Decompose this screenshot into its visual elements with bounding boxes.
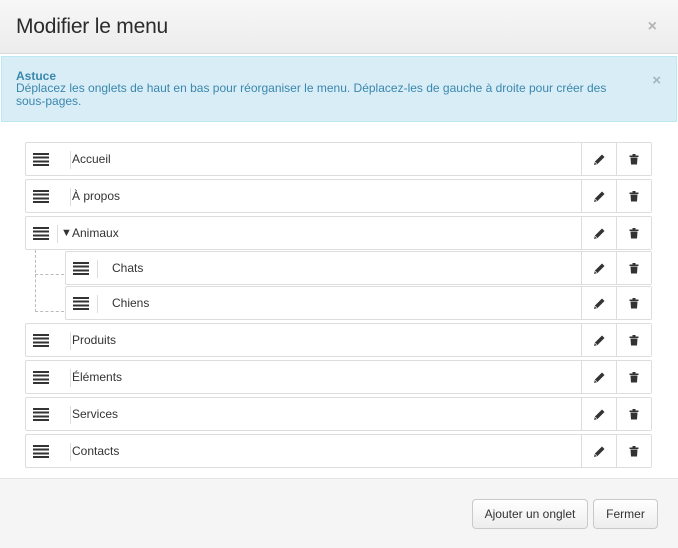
dialog-title: Modifier le menu (16, 15, 169, 38)
pencil-icon (593, 335, 604, 346)
pencil-icon (593, 191, 604, 202)
expand-toggle-icon[interactable]: ▼ (61, 227, 72, 239)
edit-button[interactable] (581, 398, 616, 430)
drag-handle-icon[interactable] (26, 180, 58, 212)
divider (70, 369, 71, 387)
menu-item-accueil[interactable]: Accueil (25, 142, 652, 176)
divider (97, 260, 98, 278)
pencil-icon (593, 409, 604, 420)
divider (70, 332, 71, 350)
delete-button[interactable] (616, 324, 651, 356)
trash-icon (629, 297, 639, 308)
drag-handle-icon[interactable] (26, 217, 58, 249)
delete-button[interactable] (616, 252, 651, 284)
menu-item-produits[interactable]: Produits (25, 323, 652, 357)
edit-button[interactable] (581, 143, 616, 175)
trash-icon (629, 227, 639, 238)
edit-menu-dialog: Modifier le menu × Astuce Déplacez les o… (0, 0, 678, 548)
divider (70, 188, 71, 206)
menu-item-chiens[interactable]: Chiens (65, 286, 652, 320)
menu-item-label: Éléments (72, 370, 123, 384)
dialog-header: Modifier le menu × (0, 0, 678, 54)
trash-icon (629, 190, 639, 201)
trash-icon (629, 371, 639, 382)
alert-close-icon[interactable]: × (652, 73, 661, 88)
pencil-icon (593, 154, 604, 165)
close-button[interactable]: Fermer (593, 499, 658, 529)
divider (70, 406, 71, 424)
divider (70, 151, 71, 169)
drag-handle-icon[interactable] (26, 435, 58, 467)
menu-item-a-propos[interactable]: À propos (25, 179, 652, 213)
menu-item-label: Chats (112, 261, 144, 275)
delete-button[interactable] (616, 398, 651, 430)
edit-button[interactable] (581, 324, 616, 356)
delete-button[interactable] (616, 217, 651, 249)
trash-icon (629, 334, 639, 345)
drag-handle-icon[interactable] (66, 252, 98, 284)
divider (97, 295, 98, 313)
drag-handle-icon[interactable] (26, 361, 58, 393)
pencil-icon (593, 263, 604, 274)
delete-button[interactable] (616, 435, 651, 467)
menu-item-contacts[interactable]: Contacts (25, 434, 652, 468)
edit-button[interactable] (581, 180, 616, 212)
drag-handle-icon[interactable] (26, 143, 58, 175)
delete-button[interactable] (616, 287, 651, 319)
divider (70, 443, 71, 461)
tip-alert: Astuce Déplacez les onglets de haut en b… (1, 56, 677, 122)
menu-tab-list: Accueil À propos ▼ Animaux Chats Chiens … (25, 142, 652, 468)
drag-handle-icon[interactable] (66, 287, 98, 319)
delete-button[interactable] (616, 361, 651, 393)
pencil-icon (593, 372, 604, 383)
menu-item-label: Animaux (72, 226, 119, 240)
drag-handle-icon[interactable] (26, 324, 58, 356)
menu-item-label: À propos (72, 189, 121, 203)
menu-item-elements[interactable]: Éléments (25, 360, 652, 394)
close-icon[interactable]: × (648, 19, 657, 35)
pencil-icon (593, 228, 604, 239)
menu-item-label: Accueil (72, 152, 111, 166)
divider (57, 225, 58, 243)
pencil-icon (593, 298, 604, 309)
menu-item-animaux[interactable]: ▼ Animaux (25, 216, 652, 250)
trash-icon (629, 262, 639, 273)
menu-item-label: Contacts (72, 444, 120, 458)
trash-icon (629, 408, 639, 419)
edit-button[interactable] (581, 252, 616, 284)
menu-item-label: Chiens (112, 296, 150, 310)
delete-button[interactable] (616, 143, 651, 175)
menu-item-chats[interactable]: Chats (65, 251, 652, 285)
edit-button[interactable] (581, 217, 616, 249)
delete-button[interactable] (616, 180, 651, 212)
menu-item-label: Produits (72, 333, 117, 347)
alert-text: Déplacez les onglets de haut en bas pour… (16, 81, 607, 108)
edit-button[interactable] (581, 287, 616, 319)
edit-button[interactable] (581, 435, 616, 467)
add-tab-button[interactable]: Ajouter un onglet (472, 499, 588, 529)
edit-button[interactable] (581, 361, 616, 393)
pencil-icon (593, 446, 604, 457)
trash-icon (629, 445, 639, 456)
menu-item-services[interactable]: Services (25, 397, 652, 431)
menu-item-label: Services (72, 407, 119, 421)
dialog-footer: Ajouter un onglet Fermer (0, 478, 678, 548)
drag-handle-icon[interactable] (26, 398, 58, 430)
trash-icon (629, 153, 639, 164)
